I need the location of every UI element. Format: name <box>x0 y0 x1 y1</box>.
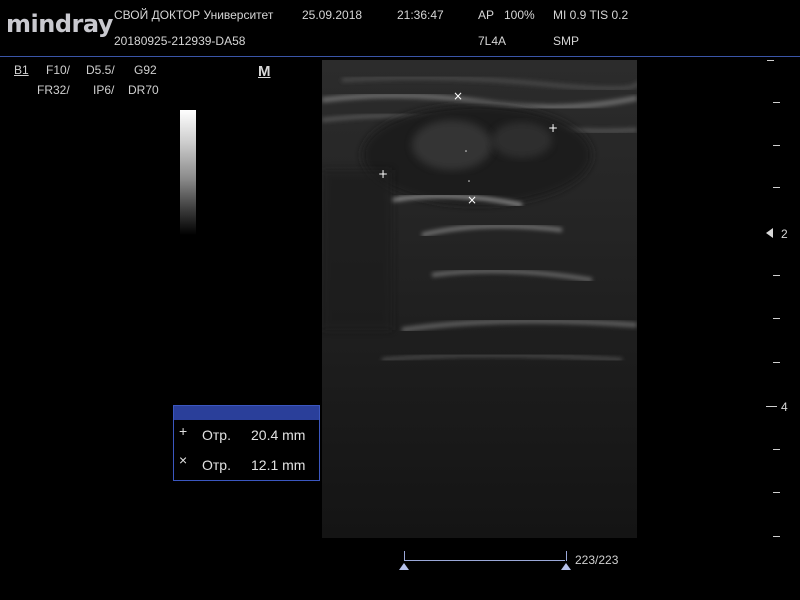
mindray-logo: mindray <box>6 10 113 38</box>
frequency-param: F10/ <box>46 63 71 77</box>
dynamic-range-param: DR70 <box>128 83 159 97</box>
caliper-x-start-icon[interactable]: × <box>453 89 463 103</box>
depth-tick <box>766 406 777 407</box>
mi-tis-readout: MI 0.9 TIS 0.2 <box>553 8 629 22</box>
header-divider <box>0 56 800 57</box>
ultrasound-image[interactable]: × × + + <box>322 60 637 538</box>
depth-tick <box>767 60 774 61</box>
acoustic-power-label: AP <box>478 8 495 22</box>
caliper-plus-start-icon[interactable]: + <box>378 167 388 181</box>
x-caliper-icon: × <box>179 452 188 468</box>
depth-label-4: 4 <box>781 400 788 414</box>
depth-label-2: 2 <box>781 227 788 241</box>
exam-id: 20180925-212939-DA58 <box>114 34 246 48</box>
cine-end-marker-icon[interactable] <box>561 563 571 570</box>
measurement-value: 20.4 mm <box>251 427 306 443</box>
cine-start-marker-icon[interactable] <box>399 563 409 570</box>
depth-tick <box>773 145 780 146</box>
depth-tick <box>773 492 780 493</box>
depth-tick <box>773 102 780 103</box>
acoustic-power-value: 100% <box>504 8 535 22</box>
depth-tick <box>773 449 780 450</box>
preset-name: SMP <box>553 34 580 48</box>
measurement-value: 12.1 mm <box>251 457 306 473</box>
depth-tick <box>773 187 780 188</box>
depth-tick <box>773 318 780 319</box>
institution-name: СВОЙ ДОКТОР Университет <box>114 8 274 22</box>
gain-param: G92 <box>134 63 157 77</box>
cine-scrollbar[interactable] <box>405 560 565 561</box>
measurement-row-plus: + Отр. 20.4 mm <box>174 421 319 451</box>
measurement-box-header <box>174 406 319 420</box>
measurement-row-x: × Отр. 12.1 mm <box>174 451 319 481</box>
exam-date: 25.09.2018 <box>302 8 363 22</box>
depth-param: D5.5/ <box>86 63 115 77</box>
caliper-x-end-icon[interactable]: × <box>467 193 477 207</box>
depth-tick <box>773 362 780 363</box>
measurement-results-box: + Отр. 20.4 mm × Отр. 12.1 mm <box>173 405 320 481</box>
depth-tick <box>773 275 780 276</box>
mode-indicator: B1 <box>14 63 29 77</box>
depth-tick <box>773 536 780 537</box>
image-processing-param: IP6/ <box>93 83 115 97</box>
caliper-plus-end-icon[interactable]: + <box>548 121 558 135</box>
exam-time: 21:36:47 <box>397 8 444 22</box>
cine-end-tick <box>566 551 567 561</box>
measurement-label: Отр. <box>202 457 231 473</box>
grayscale-bar <box>180 110 196 235</box>
ultrasound-texture: × × + + <box>322 75 637 362</box>
measurement-label: Отр. <box>202 427 231 443</box>
cine-frame-counter: 223/223 <box>575 553 619 567</box>
plus-caliper-icon: + <box>179 423 188 439</box>
m-orientation-marker: M <box>258 63 271 80</box>
probe-name: 7L4A <box>478 34 507 48</box>
focus-marker-icon[interactable] <box>766 228 773 238</box>
frame-rate-param: FR32/ <box>37 83 70 97</box>
